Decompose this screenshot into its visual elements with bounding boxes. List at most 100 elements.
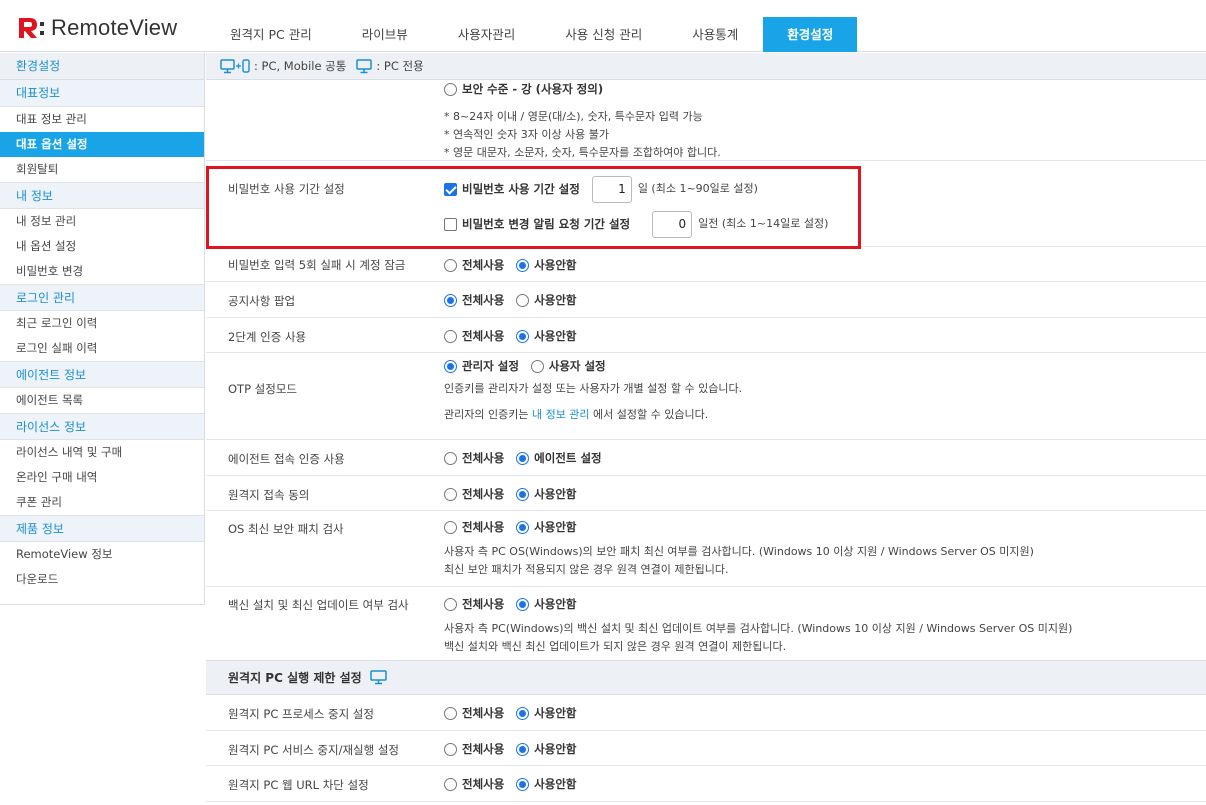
password-note-1: * 8~24자 이내 / 영문(대/소), 숫자, 특수문자 입력 가능 (444, 109, 703, 123)
process-stop-none-option[interactable]: 사용안함 (516, 705, 576, 721)
restrict-section-header: 원격지 PC 실행 제한 설정 (206, 660, 1206, 695)
otp-mode-label: OTP 설정모드 (228, 382, 297, 396)
url-block-row: 원격지 PC 웹 URL 차단 설정 전체사용 사용안함 (206, 766, 1206, 802)
password-note-3: * 영문 대문자, 소문자, 숫자, 특수문자를 조합하여야 합니다. (444, 145, 721, 159)
legend-pc-label: : PC 전용 (376, 59, 424, 73)
os-patch-all-option[interactable]: 전체사용 (444, 519, 504, 535)
agent-auth-row: 에이전트 접속 인증 사용 전체사용 에이전트 설정 (206, 440, 1206, 476)
notice-popup-label: 공지사항 팝업 (228, 294, 296, 308)
sidebar-item-withdraw[interactable]: 회원탈퇴 (0, 157, 204, 182)
sidebar-section-license[interactable]: 라이선스 정보 (0, 413, 204, 440)
otp-user-option[interactable]: 사용자 설정 (530, 358, 606, 374)
password-level-row: 보안 수준 - 강 (사용자 정의) * 8~24자 이내 / 영문(대/소),… (206, 81, 1206, 161)
sidebar-item-recent-login[interactable]: 최근 로그인 이력 (0, 311, 204, 336)
agent-auth-all-option[interactable]: 전체사용 (444, 450, 504, 466)
vaccine-desc-1: 사용자 측 PC(Windows)의 백신 설치 및 최신 업데이트 여부를 검… (444, 621, 1073, 635)
vaccine-row: 백신 설치 및 최신 업데이트 여부 검사 전체사용 사용안함 사용자 측 PC… (206, 587, 1206, 664)
process-stop-label: 원격지 PC 프로세스 중지 설정 (228, 707, 374, 721)
two-factor-label: 2단계 인증 사용 (228, 330, 307, 344)
account-lock-label: 비밀번호 입력 5회 실패 시 계정 잠금 (228, 258, 406, 272)
remote-consent-none-option[interactable]: 사용안함 (516, 486, 576, 502)
sidebar-item-agent-list[interactable]: 에이전트 목록 (0, 388, 204, 413)
os-patch-desc-2: 최신 보안 패치가 적용되지 않은 경우 원격 연결이 제한됩니다. (444, 562, 729, 576)
notice-popup-row: 공지사항 팝업 전체사용 사용안함 (206, 282, 1206, 318)
sidebar-item-license-purchase[interactable]: 라이선스 내역 및 구매 (0, 440, 204, 465)
highlight-box (206, 166, 861, 249)
sidebar-item-login-fail[interactable]: 로그인 실패 이력 (0, 336, 204, 361)
sidebar-item-coupon[interactable]: 쿠폰 관리 (0, 490, 204, 515)
two-factor-none-option[interactable]: 사용안함 (516, 328, 576, 344)
top-header: RemoteView 원격지 PC 관리 라이브뷰 사용자관리 사용 신청 관리… (0, 0, 1206, 52)
url-block-all-option[interactable]: 전체사용 (444, 776, 504, 792)
legend-common-label: : PC, Mobile 공통 (254, 59, 347, 73)
tab-liveview[interactable]: 라이브뷰 (337, 17, 433, 52)
my-info-link[interactable]: 내 정보 관리 (532, 408, 590, 421)
os-patch-desc-1: 사용자 측 PC OS(Windows)의 보안 패치 최신 여부를 검사합니다… (444, 544, 1034, 558)
main-content: : PC, Mobile 공통 : PC 전용 보안 수준 - 강 (사용자 정… (206, 53, 1206, 805)
sidebar-item-my-options[interactable]: 내 옵션 설정 (0, 234, 204, 259)
logo-text: RemoteView (51, 15, 178, 40)
sidebar-item-online-purchase[interactable]: 온라인 구매 내역 (0, 465, 204, 490)
sidebar-item-my-info-manage[interactable]: 내 정보 관리 (0, 209, 204, 234)
service-stop-none-option[interactable]: 사용안함 (516, 741, 576, 757)
two-factor-all-option[interactable]: 전체사용 (444, 328, 504, 344)
restrict-section-title: 원격지 PC 실행 제한 설정 (228, 671, 362, 685)
vaccine-none-option[interactable]: 사용안함 (516, 596, 576, 612)
notice-popup-all-option[interactable]: 전체사용 (444, 292, 504, 308)
notice-popup-none-option[interactable]: 사용안함 (516, 292, 576, 308)
sidebar-item-password-change[interactable]: 비밀번호 변경 (0, 259, 204, 284)
pc-only-icon (369, 670, 387, 685)
password-level-strong-option[interactable]: 보안 수준 - 강 (사용자 정의) (444, 81, 603, 97)
url-block-label: 원격지 PC 웹 URL 차단 설정 (228, 778, 369, 792)
tab-requests[interactable]: 사용 신청 관리 (540, 17, 667, 52)
pc-mobile-icon (220, 58, 250, 74)
logo[interactable]: RemoteView (17, 15, 177, 41)
sidebar-item-rep-info-manage[interactable]: 대표 정보 관리 (0, 107, 204, 132)
otp-desc-1: 인증키를 관리자가 설정 또는 사용자가 개별 설정 할 수 있습니다. (444, 381, 743, 395)
sidebar-item-rep-options[interactable]: 대표 옵션 설정 (0, 132, 204, 157)
sidebar-section-product[interactable]: 제품 정보 (0, 515, 204, 542)
service-stop-all-option[interactable]: 전체사용 (444, 741, 504, 757)
two-factor-row: 2단계 인증 사용 전체사용 사용안함 (206, 318, 1206, 353)
account-lock-all-option[interactable]: 전체사용 (444, 257, 504, 273)
agent-auth-agent-option[interactable]: 에이전트 설정 (516, 450, 602, 466)
account-lock-none-option[interactable]: 사용안함 (516, 257, 576, 273)
logo-mark-icon (17, 16, 47, 40)
process-stop-all-option[interactable]: 전체사용 (444, 705, 504, 721)
vaccine-label: 백신 설치 및 최신 업데이트 여부 검사 (228, 598, 409, 612)
account-lock-row: 비밀번호 입력 5회 실패 시 계정 잠금 전체사용 사용안함 (206, 247, 1206, 282)
tab-remote-pc[interactable]: 원격지 PC 관리 (205, 17, 337, 52)
vaccine-all-option[interactable]: 전체사용 (444, 596, 504, 612)
password-note-2: * 연속적인 숫자 3자 이상 사용 불가 (444, 127, 610, 141)
os-patch-row: OS 최신 보안 패치 검사 전체사용 사용안함 사용자 측 PC OS(Win… (206, 511, 1206, 587)
tab-statistics[interactable]: 사용통계 (667, 17, 763, 52)
process-stop-row: 원격지 PC 프로세스 중지 설정 전체사용 사용안함 (206, 695, 1206, 731)
otp-mode-row: OTP 설정모드 관리자 설정 사용자 설정 인증키를 관리자가 설정 또는 사… (206, 353, 1206, 440)
sidebar-item-remoteview-info[interactable]: RemoteView 정보 (0, 542, 204, 567)
pc-icon (356, 58, 373, 74)
sidebar: 환경설정 대표정보 대표 정보 관리 대표 옵션 설정 회원탈퇴 내 정보 내 … (0, 53, 205, 605)
os-patch-label: OS 최신 보안 패치 검사 (228, 522, 344, 536)
remote-consent-label: 원격지 접속 동의 (228, 488, 310, 502)
sidebar-item-download[interactable]: 다운로드 (0, 567, 204, 592)
tab-settings[interactable]: 환경설정 (763, 17, 858, 52)
vaccine-desc-2: 백신 설치와 백신 최신 업데이트가 되지 않은 경우 원격 연결이 제한됩니다… (444, 639, 787, 653)
url-block-none-option[interactable]: 사용안함 (516, 776, 576, 792)
remote-consent-all-option[interactable]: 전체사용 (444, 486, 504, 502)
password-level-strong-radio[interactable] (444, 82, 457, 96)
service-stop-label: 원격지 PC 서비스 중지/재실행 설정 (228, 743, 399, 757)
tab-users[interactable]: 사용자관리 (433, 17, 541, 52)
remote-consent-row: 원격지 접속 동의 전체사용 사용안함 (206, 476, 1206, 511)
sidebar-section-my-info[interactable]: 내 정보 (0, 182, 204, 209)
agent-auth-label: 에이전트 접속 인증 사용 (228, 452, 345, 466)
sidebar-section-agent[interactable]: 에이전트 정보 (0, 361, 204, 388)
sidebar-section-rep-info[interactable]: 대표정보 (0, 80, 204, 107)
sidebar-section-login[interactable]: 로그인 관리 (0, 284, 204, 311)
legend-bar: : PC, Mobile 공통 : PC 전용 (206, 53, 1206, 80)
sidebar-header: 환경설정 (0, 53, 204, 80)
otp-desc-2: 관리자의 인증키는 내 정보 관리 에서 설정할 수 있습니다. (444, 407, 709, 421)
otp-admin-option[interactable]: 관리자 설정 (444, 358, 519, 374)
os-patch-none-option[interactable]: 사용안함 (516, 519, 576, 535)
top-navigation: 원격지 PC 관리 라이브뷰 사용자관리 사용 신청 관리 사용통계 환경설정 (205, 17, 858, 52)
service-stop-row: 원격지 PC 서비스 중지/재실행 설정 전체사용 사용안함 (206, 731, 1206, 766)
